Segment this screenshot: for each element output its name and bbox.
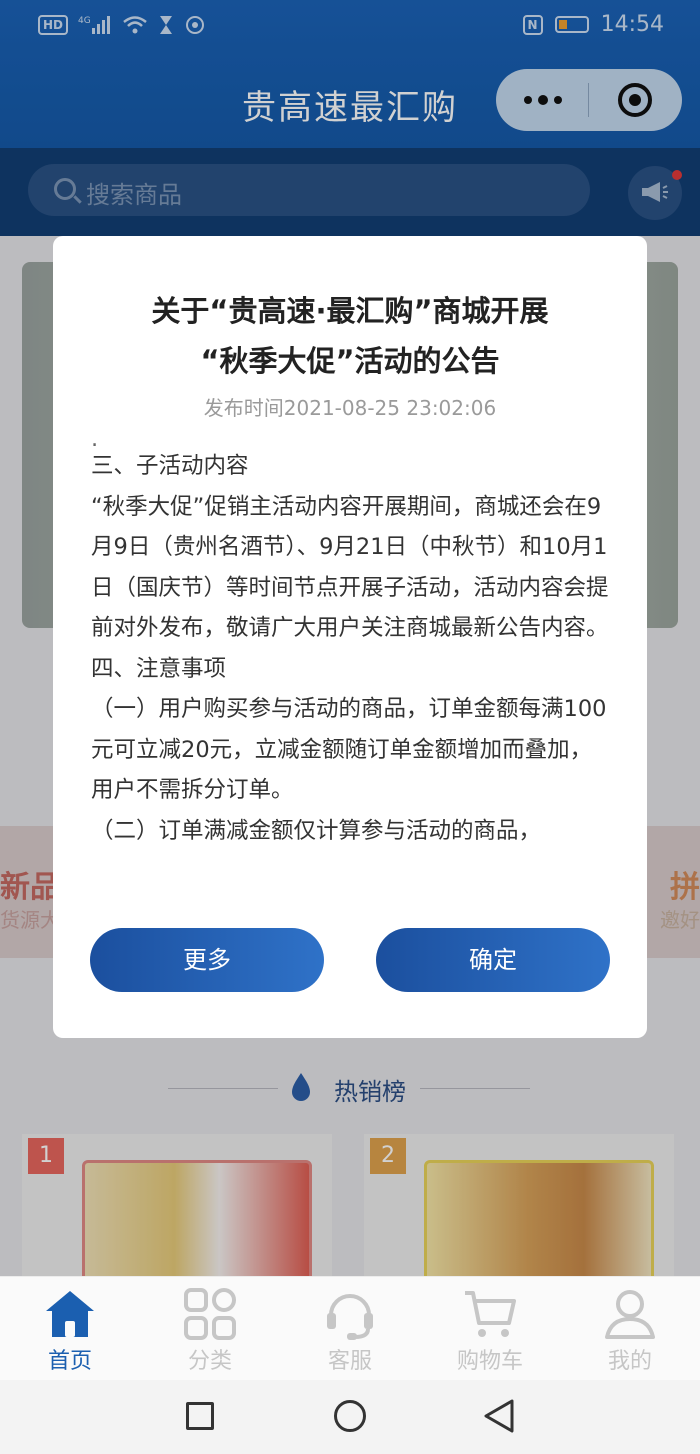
user-icon: [605, 1290, 655, 1339]
nav-item-cart[interactable]: 购物车: [420, 1277, 560, 1381]
announcement-title-line2: “秋季大促”活动的公告: [200, 344, 500, 378]
nav-item-mine[interactable]: 我的: [560, 1277, 700, 1381]
nav-item-category[interactable]: 分类: [140, 1277, 280, 1381]
announcement-body[interactable]: . 三、子活动内容 “秋季大促”促销主活动内容开展期间，商城还会在9月9日（贵州…: [91, 432, 611, 872]
confirm-button[interactable]: 确定: [376, 928, 610, 992]
announcement-modal: 关于“贵高速·最汇购”商城开展 “秋季大促”活动的公告 发布时间2021-08-…: [53, 236, 647, 1038]
nav-label-mine: 我的: [607, 1349, 652, 1374]
back-triangle-icon[interactable]: [482, 1398, 516, 1434]
more-button[interactable]: 更多: [90, 928, 324, 992]
home-circle-icon[interactable]: [334, 1400, 366, 1432]
home-icon: [46, 1291, 94, 1337]
nav-item-service[interactable]: 客服: [280, 1277, 420, 1381]
paragraph: “秋季大促”促销主活动内容开展期间，商城还会在9月9日（贵州名酒节）、9月21日…: [91, 493, 609, 642]
section-heading: 三、子活动内容: [91, 453, 249, 479]
headset-icon: [327, 1294, 373, 1340]
nav-label-home: 首页: [47, 1349, 92, 1374]
system-nav-bar: [0, 1380, 700, 1454]
announcement-title-line1: 关于“贵高速·最汇购”商城开展: [151, 294, 549, 328]
recent-apps-icon[interactable]: [186, 1402, 214, 1430]
nav-label-category: 分类: [187, 1349, 232, 1374]
section-heading: 四、注意事项: [91, 655, 227, 682]
paragraph: （二）订单满减金额仅计算参与活动的商品，: [91, 817, 542, 844]
cart-icon: [465, 1291, 516, 1337]
bottom-nav: 首页 分类 客服 购物车 我的: [0, 1276, 700, 1380]
announcement-title: 关于“贵高速·最汇购”商城开展 “秋季大促”活动的公告: [83, 286, 617, 386]
paragraph: （一）用户购买参与活动的商品，订单金额每满100元可立减20元，立减金额随订单金…: [91, 696, 607, 803]
grid-icon: [184, 1288, 236, 1340]
publish-time: 发布时间2021-08-25 23:02:06: [203, 396, 497, 420]
nav-item-home[interactable]: 首页: [0, 1277, 140, 1381]
nav-label-service: 客服: [327, 1349, 372, 1374]
nav-label-cart: 购物车: [456, 1349, 523, 1374]
cut-off-line: .: [91, 432, 99, 446]
